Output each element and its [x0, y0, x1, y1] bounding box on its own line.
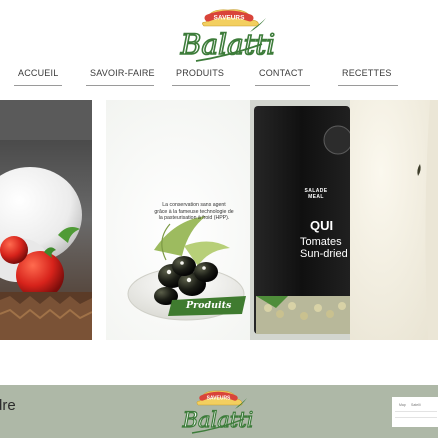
brand-logo[interactable]: SAVEURS Balatti: [178, 4, 278, 66]
package-title-line-2: MEAL: [308, 194, 324, 200]
map-widget[interactable]: Map Satelli: [392, 397, 438, 427]
package-product: Tomates Sun-dried: [300, 236, 348, 260]
promo-line-3: la pasteurisation à froid (HPP).: [158, 215, 230, 222]
nav-item-produits[interactable]: PRODUITS: [176, 68, 224, 78]
package-badge: QUI: [310, 218, 334, 233]
nav-underline-savoir-faire: [86, 85, 154, 86]
hero-slider[interactable]: La conservation sans agent grâce à la fa…: [0, 100, 438, 340]
mozzarella-photo: [0, 100, 92, 340]
footer-brand-badge-text: SAVEURS: [207, 396, 231, 402]
nav-underline-accueil: [14, 85, 62, 86]
map-divider-2: [395, 417, 437, 418]
satellite-tab-label[interactable]: Satelli: [411, 403, 421, 407]
nav-underline-recettes: [338, 85, 398, 86]
nav-underline-produits: [172, 85, 230, 86]
footer-brand-logo-graphic: SAVEURS Balatti: [181, 390, 254, 434]
slide-package[interactable]: SALADE MEAL QUI Tomates Sun-dried: [232, 100, 350, 340]
promo-line-1: La conservation sans agent: [162, 202, 226, 208]
nav-item-contact[interactable]: CONTACT: [259, 68, 303, 78]
slide-photo-left[interactable]: [0, 100, 92, 340]
map-tab-label[interactable]: Map: [399, 403, 406, 407]
package-title: SALADE MEAL: [286, 188, 346, 200]
nav-item-savoir-faire[interactable]: SAVOIR-FAIRE: [90, 68, 155, 78]
nav-item-recettes[interactable]: RECETTES: [342, 68, 392, 78]
slide-photo-right[interactable]: [350, 100, 438, 340]
main-nav: ACCUEIL SAVOIR-FAIRE PRODUITS CONTACT RE…: [0, 68, 438, 88]
brand-badge-text: SAVEURS: [214, 15, 246, 22]
footer: dre SAVEURS Balatti Map Satelli: [0, 385, 438, 438]
nav-item-accueil[interactable]: ACCUEIL: [18, 68, 58, 78]
package-product-line-2: Sun-dried: [300, 248, 348, 260]
map-divider: [395, 411, 437, 412]
cream-photo: [350, 100, 438, 340]
brand-logo-graphic: SAVEURS Balatti: [179, 9, 276, 62]
nav-underline-contact: [255, 85, 310, 86]
produits-button[interactable]: Produits: [186, 300, 231, 311]
footer-brand-logo[interactable]: SAVEURS Balatti: [180, 387, 256, 437]
footer-left-text: dre: [0, 397, 16, 414]
promo-text: La conservation sans agent grâce à la fa…: [146, 202, 242, 222]
package-product-line-1: Tomates: [300, 236, 342, 248]
promo-line-2: grâce à la fameuse technologie de: [154, 208, 234, 215]
